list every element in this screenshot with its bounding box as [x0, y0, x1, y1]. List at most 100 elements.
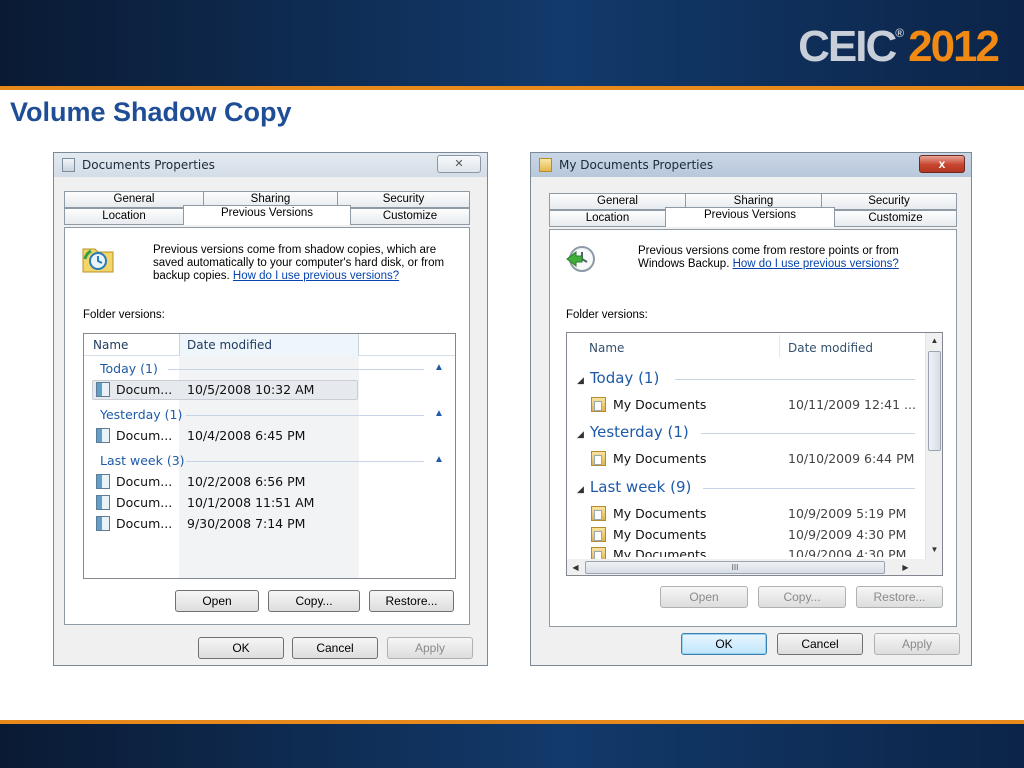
column-header-name[interactable]: Name	[589, 341, 624, 355]
dialog-title: Documents Properties	[82, 158, 215, 172]
scroll-corner	[925, 559, 942, 575]
folder-icon	[591, 397, 606, 412]
collapse-chevron-icon[interactable]: ▲	[434, 408, 444, 419]
group-label: Today (1)	[589, 369, 660, 387]
group-divider	[186, 415, 424, 416]
cancel-button[interactable]: Cancel	[292, 637, 378, 659]
apply-button[interactable]: Apply	[387, 637, 473, 659]
folder-versions-label: Folder versions:	[566, 309, 648, 321]
version-name[interactable]: Docum...	[116, 495, 172, 510]
group-yesterday[interactable]: Yesterday (1)	[100, 407, 182, 422]
my-documents-properties-dialog: My Documents Properties x General Sharin…	[530, 152, 972, 666]
version-name[interactable]: Docum...	[116, 382, 172, 397]
dialog-titlebar[interactable]: Documents Properties ✕	[54, 153, 487, 177]
logo-text: CEIC	[798, 22, 897, 71]
restore-button[interactable]: Restore...	[856, 586, 943, 608]
tab-location[interactable]: Location	[64, 208, 184, 225]
column-header-date[interactable]: Date modified	[187, 338, 272, 352]
versions-list[interactable]: Name Date modified ◢ Today (1) My Documen…	[566, 332, 943, 576]
group-last-week[interactable]: Last week (3)	[100, 453, 185, 468]
restore-button[interactable]: Restore...	[369, 590, 454, 612]
version-name[interactable]: My Documents	[613, 397, 706, 412]
version-date: 10/9/2009 4:30 PM	[788, 547, 907, 557]
version-date: 10/9/2009 4:30 PM	[788, 527, 907, 542]
apply-button[interactable]: Apply	[874, 633, 960, 655]
scroll-up-icon[interactable]: ▲	[926, 336, 942, 345]
cancel-button[interactable]: Cancel	[777, 633, 863, 655]
close-button[interactable]: x	[919, 155, 965, 173]
document-icon	[96, 428, 110, 443]
expand-arrow-icon: ◢	[577, 485, 584, 495]
folder-icon	[591, 451, 606, 466]
ceic-logo: CEIC® 2012	[798, 22, 1000, 72]
version-name[interactable]: Docum...	[116, 428, 172, 443]
tab-customize[interactable]: Customize	[834, 210, 957, 227]
scroll-left-icon[interactable]: ◀	[567, 563, 584, 572]
tab-previous-versions[interactable]: Previous Versions	[665, 207, 835, 227]
scroll-down-icon[interactable]: ▼	[926, 545, 942, 554]
tab-security[interactable]: Security	[337, 191, 470, 208]
info-text: Previous versions come from restore poin…	[638, 245, 938, 271]
tab-location[interactable]: Location	[549, 210, 666, 227]
expand-arrow-icon: ◢	[577, 376, 584, 386]
group-today[interactable]: Today (1)	[100, 361, 158, 376]
footer-bar	[0, 724, 1024, 768]
info-text: Previous versions come from shadow copie…	[153, 244, 453, 283]
folder-icon	[539, 158, 552, 172]
help-link[interactable]: How do I use previous versions?	[233, 270, 399, 282]
restore-folder-icon	[82, 248, 114, 273]
open-button[interactable]: Open	[660, 586, 748, 608]
tab-previous-versions[interactable]: Previous Versions	[183, 205, 351, 225]
version-date: 10/9/2009 5:19 PM	[788, 506, 907, 521]
previous-versions-panel: Previous versions come from shadow copie…	[64, 227, 470, 625]
column-header-name[interactable]: Name	[93, 338, 128, 352]
tab-strip: General Sharing Security Location Previo…	[64, 191, 470, 231]
version-date: 10/4/2008 6:45 PM	[187, 428, 306, 443]
version-name[interactable]: My Documents	[613, 451, 706, 466]
column-header-date[interactable]: Date modified	[788, 341, 873, 355]
horizontal-scroll-thumb[interactable]: III	[585, 561, 885, 574]
tab-customize[interactable]: Customize	[350, 208, 470, 225]
slide-title: Volume Shadow Copy	[10, 97, 292, 127]
scroll-right-icon[interactable]: ▶	[897, 563, 914, 572]
header-accent-line	[0, 86, 1024, 90]
vertical-scrollbar[interactable]: ▲ ▼	[925, 333, 942, 559]
version-date: 10/2/2008 6:56 PM	[187, 474, 306, 489]
group-divider	[168, 369, 424, 370]
versions-list[interactable]: Name Date modified Today (1) ▲ Docum... …	[83, 333, 456, 579]
version-name[interactable]: Docum...	[116, 474, 172, 489]
collapse-chevron-icon[interactable]: ▲	[434, 454, 444, 465]
close-button[interactable]: ✕	[437, 155, 481, 173]
group-label: Yesterday (1)	[589, 423, 689, 441]
version-date: 10/10/2009 6:44 PM	[788, 451, 915, 466]
ok-button[interactable]: OK	[198, 637, 284, 659]
folder-properties-icon	[62, 158, 75, 172]
group-divider	[675, 379, 915, 380]
group-yesterday[interactable]: ◢ Yesterday (1)	[577, 423, 689, 441]
horizontal-scrollbar[interactable]: ◀ III ▶	[567, 559, 925, 575]
collapse-chevron-icon[interactable]: ▲	[434, 362, 444, 373]
folder-icon	[591, 527, 606, 542]
version-date: 10/1/2008 11:51 AM	[187, 495, 315, 510]
open-button[interactable]: Open	[175, 590, 259, 612]
copy-button[interactable]: Copy...	[268, 590, 360, 612]
document-icon	[96, 474, 110, 489]
help-link[interactable]: How do I use previous versions?	[733, 258, 899, 270]
dialog-titlebar[interactable]: My Documents Properties x	[531, 153, 971, 177]
ok-button[interactable]: OK	[681, 633, 767, 655]
version-date: 10/5/2008 10:32 AM	[187, 382, 315, 397]
copy-button[interactable]: Copy...	[758, 586, 846, 608]
version-name[interactable]: Docum...	[116, 516, 172, 531]
column-separator	[779, 335, 780, 357]
header-bar: CEIC® 2012	[0, 0, 1024, 86]
tab-security[interactable]: Security	[821, 193, 957, 210]
group-divider	[701, 433, 915, 434]
version-date: 9/30/2008 7:14 PM	[187, 516, 306, 531]
date-column-shade	[179, 334, 359, 578]
version-name[interactable]: My Documents	[613, 547, 706, 557]
group-last-week[interactable]: ◢ Last week (9)	[577, 478, 691, 496]
group-today[interactable]: ◢ Today (1)	[577, 369, 659, 387]
version-name[interactable]: My Documents	[613, 527, 706, 542]
scroll-thumb[interactable]	[928, 351, 941, 451]
version-name[interactable]: My Documents	[613, 506, 706, 521]
